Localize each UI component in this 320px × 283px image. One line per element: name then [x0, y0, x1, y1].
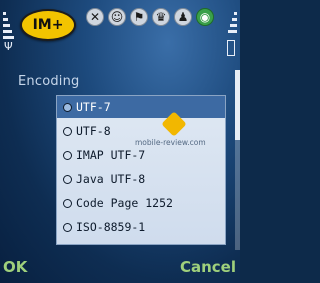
status-user-icon[interactable]: ♟ [174, 8, 192, 26]
status-icons: ✕ ☺ ⚑ ♛ ♟ ◉ [86, 8, 214, 28]
list-item[interactable]: Java UTF-8 [57, 168, 225, 190]
radio-icon [63, 174, 72, 184]
list-item-label: ISO-8859-1 [76, 220, 146, 234]
status-trophy-icon[interactable]: ♛ [152, 8, 170, 26]
status-bar: Ψ IM+ ✕ ☺ ⚑ ♛ ♟ ◉ [0, 0, 240, 62]
radio-icon [63, 198, 72, 208]
ok-softkey[interactable]: OK [3, 258, 27, 276]
scrollbar[interactable] [235, 70, 240, 250]
list-item-label: UTF-7 [76, 100, 111, 114]
softkey-bar: OK Cancel [0, 255, 240, 283]
status-away-icon[interactable]: ✕ [86, 8, 104, 26]
list-item[interactable]: ISO-8859-1 [57, 216, 225, 238]
list-item[interactable]: IMAP UTF-7 [57, 144, 225, 166]
scrollbar-thumb[interactable] [235, 70, 240, 140]
list-item[interactable]: UTF-7 [57, 96, 225, 118]
list-item-label: UTF-8 [76, 124, 111, 138]
radio-icon [63, 222, 72, 232]
list-item-label: Code Page 1252 [76, 196, 173, 210]
status-eye-icon[interactable]: ◉ [196, 8, 214, 26]
cancel-softkey[interactable]: Cancel [180, 258, 236, 276]
status-smile-icon[interactable]: ☺ [108, 8, 126, 26]
radio-icon [63, 126, 72, 136]
radio-icon [63, 102, 72, 112]
list-item[interactable]: UTF-8 [57, 120, 225, 142]
list-item-label: IMAP UTF-7 [76, 148, 146, 162]
antenna-icon: Ψ [4, 40, 13, 53]
list-item[interactable]: Code Page 1252 [57, 192, 225, 214]
im-plus-logo: IM+ [20, 9, 76, 41]
dialog-title: Encoding [18, 74, 80, 89]
encoding-list: UTF-7 UTF-8 IMAP UTF-7 Java UTF-8 Code P… [56, 95, 226, 245]
radio-icon [63, 150, 72, 160]
list-item-label: Java UTF-8 [76, 172, 146, 186]
status-run-icon[interactable]: ⚑ [130, 8, 148, 26]
battery-icon [227, 6, 237, 56]
